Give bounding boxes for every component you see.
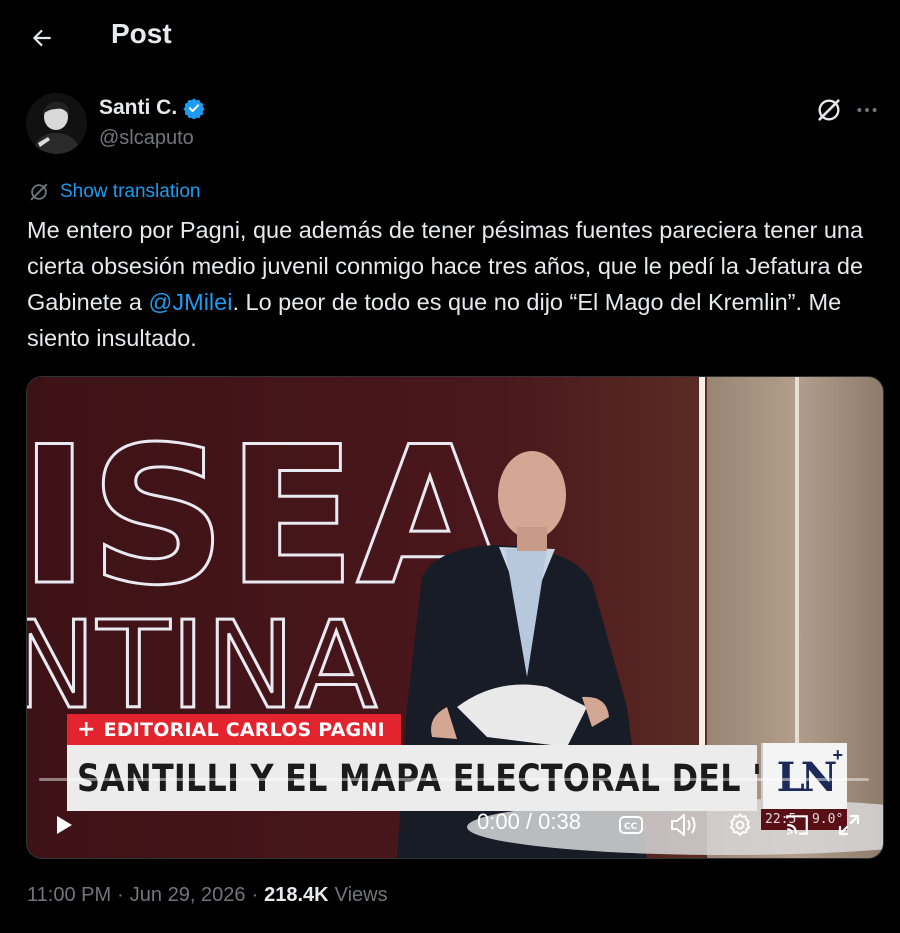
top-bar: Post xyxy=(0,0,900,72)
avatar[interactable] xyxy=(26,93,87,154)
show-translation[interactable]: Show translation xyxy=(28,181,200,203)
more-button[interactable] xyxy=(850,93,884,127)
cast-button[interactable] xyxy=(781,809,813,841)
show-translation-label[interactable]: Show translation xyxy=(60,181,200,203)
post-meta: 11:00 PM · Jun 29, 2026 · 218.4K Views xyxy=(27,884,388,907)
lower-third-tag: + EDITORIAL CARLOS PAGNI xyxy=(67,714,401,745)
play-icon xyxy=(57,816,72,834)
video-player[interactable]: ISEA NTINA + EDITORIAL CARLOS PAGNI SANT… xyxy=(26,376,884,859)
post-author: Santi C. @slcaputo xyxy=(26,93,877,157)
play-button[interactable] xyxy=(45,807,81,843)
post-date[interactable]: Jun 29, 2026 xyxy=(130,884,246,907)
captions-icon: CC xyxy=(619,816,643,834)
video-controls: 0:00 / 0:38 CC 22:5 9.0° xyxy=(27,797,883,853)
meta-separator: · xyxy=(117,884,124,906)
back-button[interactable] xyxy=(22,18,62,58)
grok-button[interactable] xyxy=(812,93,846,127)
settings-button[interactable] xyxy=(724,809,756,841)
arrow-left-icon xyxy=(32,29,51,47)
time-display: 0:00 / 0:38 xyxy=(477,809,581,834)
lower-third-tag-label: EDITORIAL CARLOS PAGNI xyxy=(103,718,385,741)
meta-separator: · xyxy=(251,884,259,906)
volume-icon xyxy=(671,814,696,836)
translate-icon xyxy=(30,183,48,201)
views-count: 218.4K xyxy=(264,884,329,906)
captions-button[interactable]: CC xyxy=(615,809,647,841)
post-text: Me entero por Pagni, que además de tener… xyxy=(27,212,887,356)
more-icon xyxy=(857,108,877,112)
post-time[interactable]: 11:00 PM xyxy=(27,884,111,907)
progress-bar[interactable] xyxy=(39,778,869,781)
settings-icon xyxy=(729,813,751,836)
channel-logo-text: LN xyxy=(776,753,838,801)
svg-text:CC: CC xyxy=(624,822,638,832)
mention-link[interactable]: @JMilei xyxy=(149,289,233,315)
display-name[interactable]: Santi C. xyxy=(99,96,177,120)
grok-icon xyxy=(818,99,840,121)
page-title: Post xyxy=(111,18,172,49)
handle[interactable]: @slcaputo xyxy=(99,127,194,150)
verified-badge-icon xyxy=(183,98,205,119)
channel-logo-plus: + xyxy=(832,745,843,765)
fullscreen-button[interactable] xyxy=(833,809,865,841)
cast-icon xyxy=(786,815,808,835)
name-line: Santi C. xyxy=(99,96,205,120)
volume-button[interactable] xyxy=(667,809,701,841)
views-label: Views xyxy=(334,884,388,906)
fullscreen-icon xyxy=(838,814,860,836)
